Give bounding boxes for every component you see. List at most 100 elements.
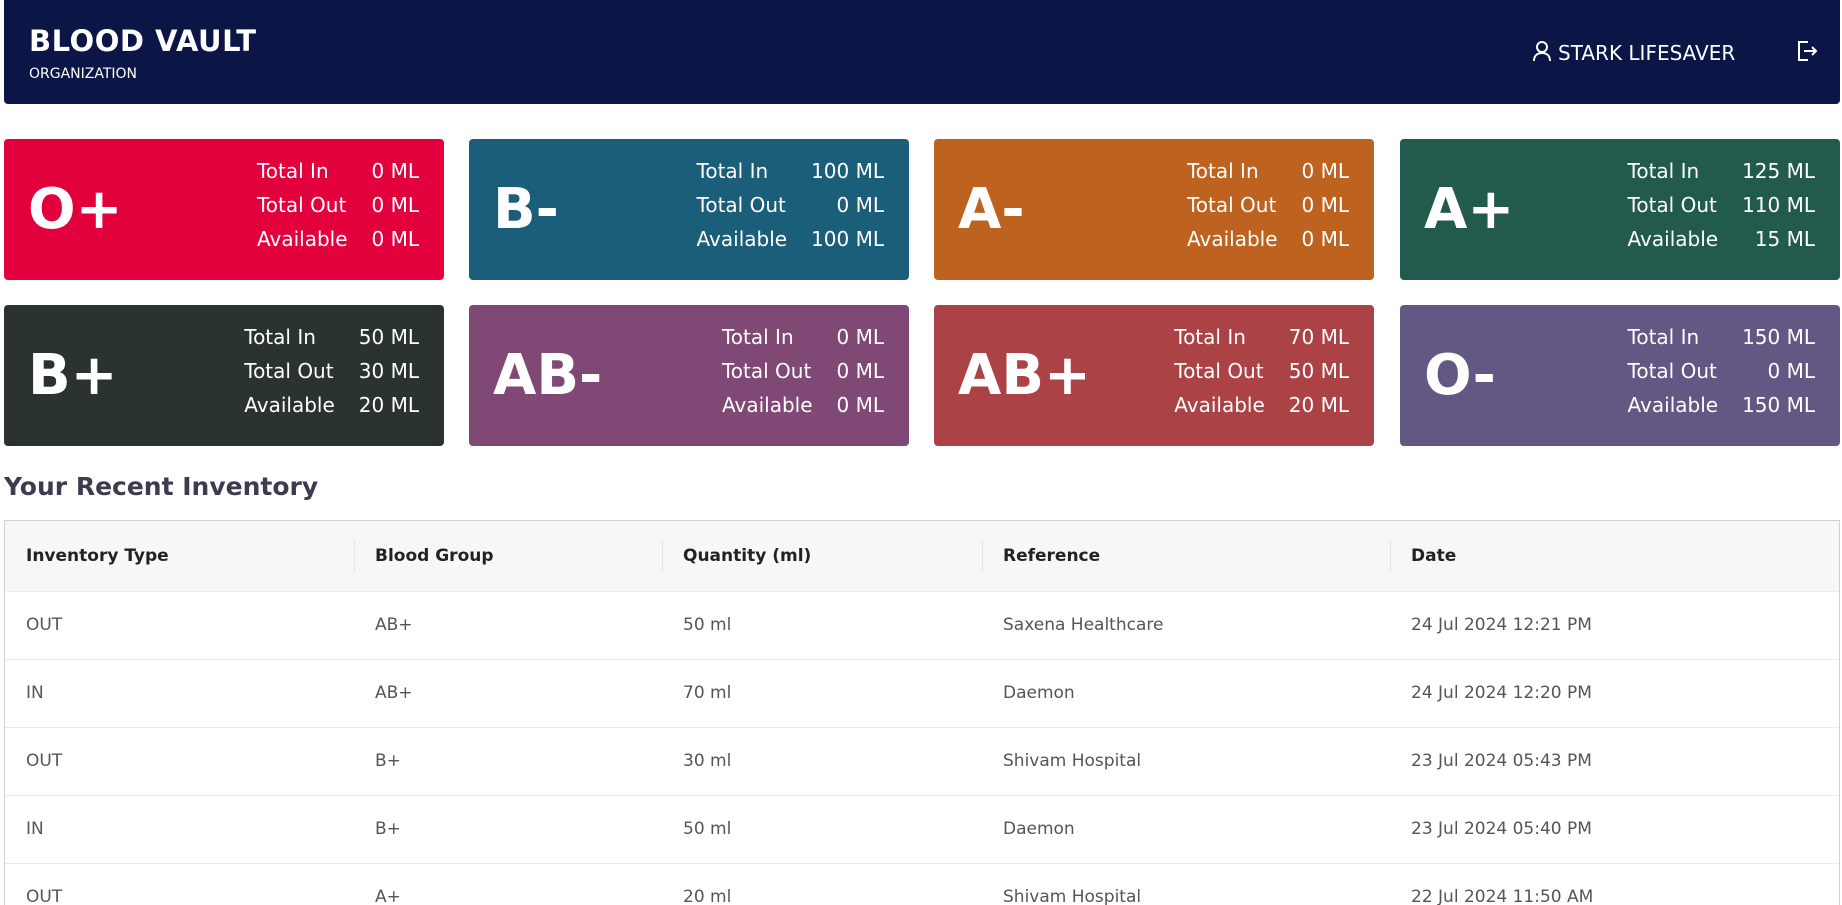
table-row[interactable]: OUT A+ 20 ml Shivam Hospital 22 Jul 2024 11:…	[5, 863, 1839, 905]
inventory-type-cell: OUT	[26, 887, 63, 905]
total-in-value: 0 ML	[1301, 159, 1349, 183]
brand-title[interactable]: BLOOD VAULT	[29, 24, 257, 58]
blood-card: B+ Total In 50 ML Total Out 30 ML Available 20…	[4, 305, 444, 446]
available-label: Available	[721, 393, 813, 417]
table-row[interactable]: IN AB+ 70 ml Daemon 24 Jul 2024 12:20 PM	[5, 659, 1839, 727]
blood-card: B- Total In 100 ML Total Out 0 ML Available 10…	[469, 139, 909, 280]
total-in-value: 100 ML	[811, 159, 884, 183]
table-row[interactable]: OUT B+ 30 ml Shivam Hospital 23 Jul 2024 05:…	[5, 727, 1839, 795]
total-in-value: 70 ML	[1288, 325, 1349, 349]
available-label: Available	[1627, 227, 1719, 251]
table-row[interactable]: IN B+ 50 ml Daemon 23 Jul 2024 05:40 PM	[5, 795, 1839, 863]
available-label: Available	[696, 227, 788, 251]
user-icon	[1532, 40, 1552, 67]
total-out-value: 0 ML	[1301, 193, 1349, 217]
reference-cell: Daemon	[1003, 819, 1075, 839]
total-out-value: 50 ML	[1288, 359, 1349, 383]
total-in-label: Total In	[1627, 159, 1700, 183]
total-out-value: 30 ML	[358, 359, 419, 383]
reference-cell: Shivam Hospital	[1003, 887, 1142, 905]
total-in-value: 125 ML	[1742, 159, 1815, 183]
inventory-table: Inventory Type Blood Group Quantity (ml)…	[5, 521, 1839, 905]
brand-subtitle: ORGANIZATION	[29, 66, 138, 82]
blood-group-label: AB-	[493, 343, 603, 408]
blood-card: O- Total In 150 ML Total Out 0 ML Available 15…	[1400, 305, 1840, 446]
logout-icon	[1796, 40, 1818, 66]
blood-group-label: B-	[493, 177, 559, 242]
blood-stats: Total In 100 ML Total Out 0 ML Available 100 …	[697, 159, 884, 252]
blood-group-label: A-	[958, 177, 1025, 242]
top-navbar: BLOOD VAULT ORGANIZATION STARK LIFESAVER	[4, 0, 1840, 104]
available-value: 20 ML	[1288, 393, 1349, 417]
column-header-blood-group[interactable]: Blood Group	[354, 521, 662, 591]
available-label: Available	[1627, 393, 1719, 417]
column-header-inventory-type[interactable]: Inventory Type	[5, 521, 354, 591]
total-in-label: Total In	[244, 325, 316, 349]
total-in-label: Total In	[256, 159, 329, 183]
available-value: 15 ML	[1754, 227, 1815, 251]
total-out-label: Total Out	[256, 193, 347, 217]
logout-button[interactable]	[1794, 40, 1820, 66]
available-value: 150 ML	[1742, 393, 1815, 417]
total-out-label: Total Out	[1627, 359, 1717, 383]
available-label: Available	[244, 393, 335, 417]
total-out-value: 0 ML	[1767, 359, 1815, 383]
total-out-label: Total Out	[244, 359, 334, 383]
total-in-label: Total In	[721, 325, 794, 349]
date-cell: 23 Jul 2024 05:43 PM	[1411, 751, 1592, 771]
blood-stats: Total In 125 ML Total Out 110 ML Available 15…	[1628, 159, 1815, 252]
available-label: Available	[256, 227, 348, 251]
total-in-value: 150 ML	[1742, 325, 1815, 349]
total-in-label: Total In	[1627, 325, 1700, 349]
total-out-label: Total Out	[1186, 193, 1277, 217]
inventory-type-cell: IN	[26, 819, 44, 839]
total-out-label: Total Out	[696, 193, 786, 217]
blood-group-cell: B+	[375, 819, 401, 839]
total-in-value: 0 ML	[836, 325, 884, 349]
inventory-type-cell: IN	[26, 683, 44, 703]
date-cell: 22 Jul 2024 11:50 AM	[1411, 887, 1594, 905]
inventory-table-container: Inventory Type Blood Group Quantity (ml)…	[4, 520, 1840, 905]
table-header-row: Inventory Type Blood Group Quantity (ml)…	[5, 521, 1839, 591]
blood-stats: Total In 0 ML Total Out 0 ML Available 0 ML	[257, 159, 419, 252]
blood-stats: Total In 150 ML Total Out 0 ML Available 150 …	[1628, 325, 1815, 418]
blood-group-cell: B+	[375, 751, 401, 771]
reference-cell: Shivam Hospital	[1003, 751, 1142, 771]
blood-stats: Total In 0 ML Total Out 0 ML Available 0 ML	[722, 325, 884, 418]
inventory-type-cell: OUT	[26, 751, 63, 771]
total-out-label: Total Out	[1627, 193, 1717, 217]
available-value: 0 ML	[836, 393, 884, 417]
available-value: 0 ML	[1301, 227, 1349, 251]
blood-stats: Total In 0 ML Total Out 0 ML Available 0 ML	[1187, 159, 1349, 252]
quantity-cell: 50 ml	[683, 615, 732, 635]
total-in-label: Total In	[696, 159, 769, 183]
total-in-value: 0 ML	[371, 159, 419, 183]
available-label: Available	[1174, 393, 1265, 417]
quantity-cell: 20 ml	[683, 887, 732, 905]
blood-stats: Total In 70 ML Total Out 50 ML Available 20 M…	[1174, 325, 1349, 418]
total-in-value: 50 ML	[358, 325, 419, 349]
column-header-date[interactable]: Date	[1390, 521, 1839, 591]
quantity-cell: 30 ml	[683, 751, 732, 771]
blood-group-cell: A+	[375, 887, 401, 905]
quantity-cell: 50 ml	[683, 819, 732, 839]
available-value: 20 ML	[358, 393, 419, 417]
total-out-value: 110 ML	[1742, 193, 1815, 217]
date-cell: 24 Jul 2024 12:21 PM	[1411, 615, 1592, 635]
column-header-quantity[interactable]: Quantity (ml)	[662, 521, 982, 591]
total-out-value: 0 ML	[371, 193, 419, 217]
blood-group-label: B+	[28, 343, 118, 408]
blood-group-cell: AB+	[375, 683, 413, 703]
blood-group-label: O-	[1424, 343, 1496, 408]
blood-card: A- Total In 0 ML Total Out 0 ML Available 0 ML	[934, 139, 1374, 280]
blood-group-label: A+	[1424, 177, 1515, 242]
inventory-type-cell: OUT	[26, 615, 63, 635]
table-row[interactable]: OUT AB+ 50 ml Saxena Healthcare 24 Jul 2024 …	[5, 591, 1839, 659]
reference-cell: Saxena Healthcare	[1003, 615, 1164, 635]
blood-card: AB- Total In 0 ML Total Out 0 ML Available 0 M…	[469, 305, 909, 446]
blood-stats: Total In 50 ML Total Out 30 ML Available 20 M…	[244, 325, 419, 418]
blood-card: A+ Total In 125 ML Total Out 110 ML Available…	[1400, 139, 1840, 280]
blood-group-label: AB+	[958, 343, 1091, 408]
column-header-reference[interactable]: Reference	[982, 521, 1390, 591]
user-profile-link[interactable]: STARK LIFESAVER	[1532, 40, 1735, 66]
